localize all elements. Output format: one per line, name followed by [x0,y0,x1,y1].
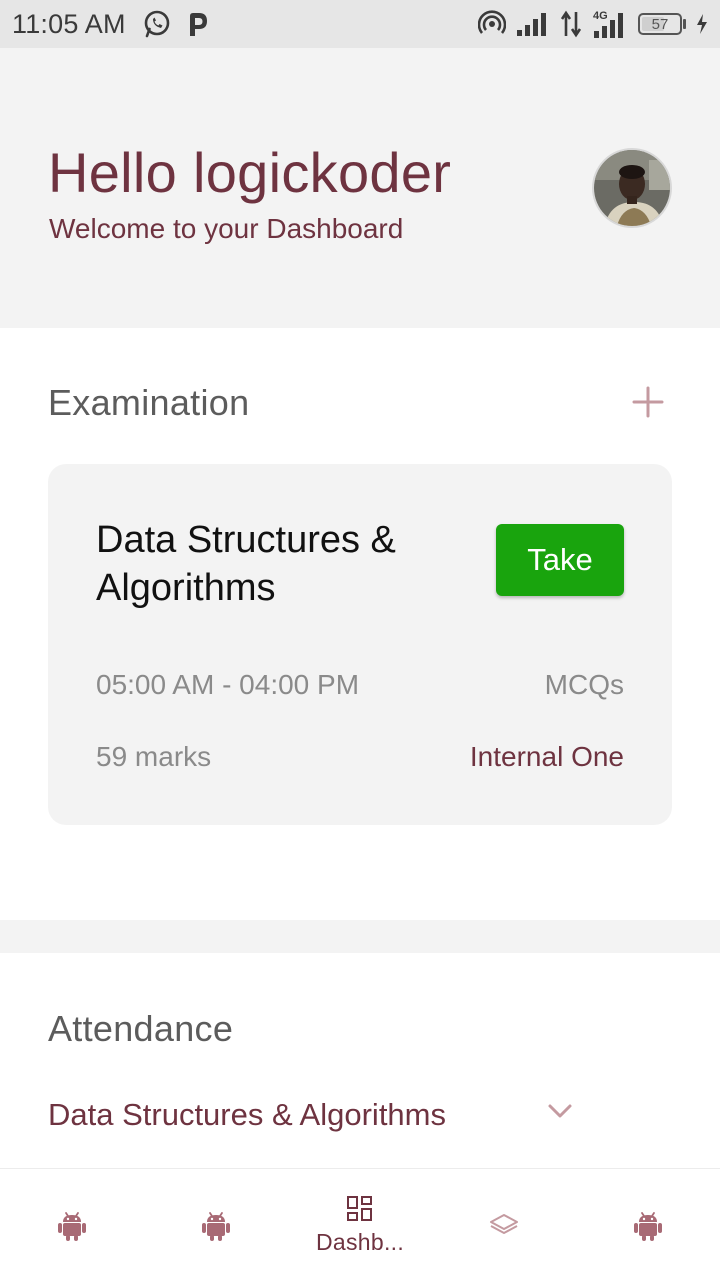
attendance-selected-course: Data Structures & Algorithms [48,1097,446,1132]
svg-text:4G: 4G [593,10,608,22]
signal-icon [516,11,550,37]
battery-icon: 57 [638,13,686,35]
nav-item-1[interactable] [0,1169,144,1280]
avatar[interactable] [592,148,672,228]
p-icon [186,10,210,38]
add-examination-button[interactable] [626,380,670,424]
signal-4g-icon: 4G [592,9,628,39]
avatar-image [594,150,670,226]
nav-item-4[interactable] [432,1169,576,1280]
status-right-icons: 4G 57 [478,9,708,39]
exam-type: MCQs [544,669,624,700]
take-exam-button[interactable]: Take [496,524,624,596]
hotspot-icon [478,10,506,38]
bottom-navigation: Dashb... [0,1168,720,1280]
exam-category: Internal One [469,741,624,772]
whatsapp-icon [142,9,172,39]
status-left-icons [142,9,210,39]
exam-time-range: 05:00 AM - 04:00 PM [96,669,360,700]
nav-item-dashboard[interactable]: Dashb... [288,1169,432,1280]
chevron-down-icon [546,1101,574,1126]
section-divider [0,920,720,953]
exam-marks: 59 marks [96,741,212,772]
android-icon [202,1212,230,1241]
layers-icon [490,1214,518,1234]
dashboard-header: Hello logickoder Welcome to your Dashboa… [0,48,720,328]
android-icon [634,1212,662,1241]
battery-level: 57 [651,15,669,33]
attendance-course-dropdown[interactable]: Data Structures & Algorithms [48,1093,588,1137]
attendance-section: Attendance Data Structures & Algorithms [0,953,720,1168]
exam-card[interactable]: Data Structures & Algorithms Take 05:00 … [48,464,672,825]
welcome-subtitle: Welcome to your Dashboard [49,213,404,244]
nav-item-2[interactable] [144,1169,288,1280]
status-bar: 11:05 AM 4G 57 [0,0,720,48]
charging-icon [696,14,708,34]
plus-icon [632,386,664,418]
attendance-title: Attendance [48,1008,234,1049]
nav-item-5[interactable] [576,1169,720,1280]
examination-title: Examination [48,382,250,423]
nav-label-dashboard: Dashb... [315,1228,405,1255]
examination-section: Examination Data Structures & Algorithms… [0,328,720,920]
android-icon [58,1212,86,1241]
status-time: 11:05 AM [12,8,126,39]
exam-course-title: Data Structures & Algorithms [96,519,396,609]
greeting-title: Hello logickoder [48,141,452,204]
data-transfer-icon [560,10,582,38]
dashboard-icon [347,1195,372,1221]
